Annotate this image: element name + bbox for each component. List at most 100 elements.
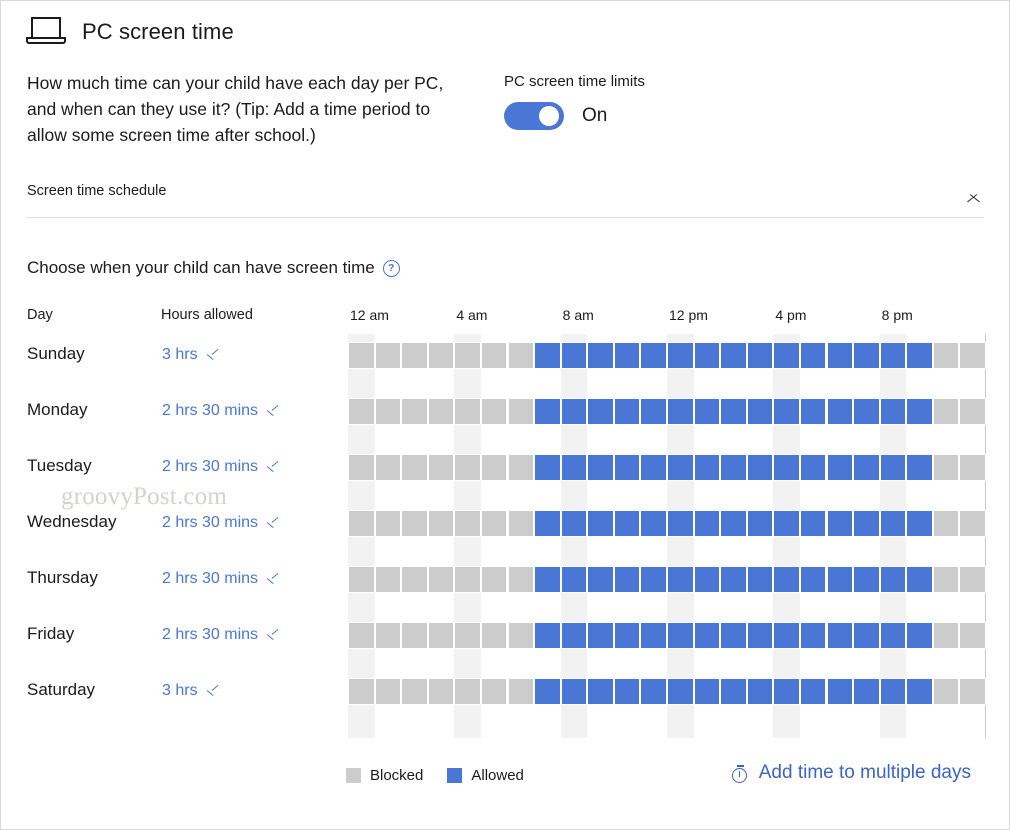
- schedule-cell[interactable]: [348, 510, 375, 537]
- schedule-cell[interactable]: [799, 622, 827, 649]
- schedule-cell[interactable]: [667, 454, 694, 481]
- schedule-cell[interactable]: [560, 622, 588, 649]
- schedule-cell[interactable]: [427, 342, 455, 369]
- screen-time-limits-toggle[interactable]: [504, 102, 564, 130]
- schedule-cell[interactable]: [507, 678, 535, 705]
- schedule-cell[interactable]: [374, 398, 402, 425]
- hours-allowed-dropdown-sunday[interactable]: 3 hrs: [162, 346, 220, 364]
- chevron-down-icon[interactable]: [267, 461, 280, 474]
- schedule-cell[interactable]: [560, 510, 588, 537]
- schedule-cell[interactable]: [667, 398, 694, 425]
- schedule-cell[interactable]: [959, 622, 986, 649]
- schedule-cell[interactable]: [879, 566, 907, 593]
- help-icon[interactable]: ?: [382, 259, 400, 277]
- schedule-cell[interactable]: [799, 510, 827, 537]
- schedule-cell[interactable]: [613, 510, 641, 537]
- schedule-cell[interactable]: [746, 454, 774, 481]
- schedule-cell[interactable]: [640, 678, 667, 705]
- schedule-cell[interactable]: [667, 566, 694, 593]
- schedule-cell[interactable]: [932, 454, 960, 481]
- schedule-cell[interactable]: [720, 622, 747, 649]
- schedule-cell[interactable]: [720, 454, 747, 481]
- schedule-cell[interactable]: [667, 510, 694, 537]
- schedule-cell[interactable]: [401, 454, 428, 481]
- schedule-cell[interactable]: [560, 678, 588, 705]
- schedule-cell[interactable]: [879, 342, 907, 369]
- schedule-cell[interactable]: [401, 398, 428, 425]
- schedule-cell[interactable]: [799, 678, 827, 705]
- hours-allowed-dropdown-saturday[interactable]: 3 hrs: [162, 682, 220, 700]
- schedule-cell[interactable]: [693, 678, 721, 705]
- chevron-down-icon[interactable]: [207, 685, 220, 698]
- schedule-cell[interactable]: [427, 510, 455, 537]
- hours-allowed-dropdown-friday[interactable]: 2 hrs 30 mins: [162, 626, 280, 644]
- schedule-cell[interactable]: [932, 622, 960, 649]
- schedule-cell[interactable]: [348, 678, 375, 705]
- schedule-cell[interactable]: [534, 622, 561, 649]
- schedule-cell[interactable]: [427, 678, 455, 705]
- schedule-cell[interactable]: [720, 678, 747, 705]
- schedule-cell[interactable]: [507, 454, 535, 481]
- chevron-up-icon[interactable]: [966, 186, 982, 202]
- schedule-cell[interactable]: [773, 342, 800, 369]
- schedule-cell[interactable]: [613, 454, 641, 481]
- schedule-cell[interactable]: [879, 454, 907, 481]
- schedule-cell[interactable]: [454, 678, 481, 705]
- schedule-cell[interactable]: [959, 342, 986, 369]
- schedule-cell[interactable]: [746, 622, 774, 649]
- schedule-cell[interactable]: [348, 622, 375, 649]
- schedule-cell[interactable]: [746, 398, 774, 425]
- chevron-down-icon[interactable]: [207, 349, 220, 362]
- schedule-cell[interactable]: [374, 566, 402, 593]
- schedule-cell[interactable]: [427, 622, 455, 649]
- schedule-cell[interactable]: [906, 454, 933, 481]
- schedule-cell[interactable]: [613, 566, 641, 593]
- schedule-cell[interactable]: [799, 398, 827, 425]
- schedule-cell[interactable]: [640, 454, 667, 481]
- schedule-cell[interactable]: [348, 566, 375, 593]
- schedule-cell[interactable]: [640, 398, 667, 425]
- schedule-cell[interactable]: [853, 622, 880, 649]
- schedule-cell[interactable]: [640, 342, 667, 369]
- schedule-cell[interactable]: [587, 398, 614, 425]
- schedule-cell[interactable]: [932, 678, 960, 705]
- schedule-cell[interactable]: [348, 398, 375, 425]
- schedule-cell[interactable]: [374, 454, 402, 481]
- schedule-cell[interactable]: [507, 398, 535, 425]
- schedule-cell[interactable]: [826, 510, 854, 537]
- schedule-cell[interactable]: [906, 398, 933, 425]
- schedule-cell[interactable]: [853, 510, 880, 537]
- schedule-cell[interactable]: [826, 342, 854, 369]
- schedule-cell[interactable]: [587, 678, 614, 705]
- schedule-cell[interactable]: [826, 566, 854, 593]
- schedule-cell[interactable]: [480, 678, 508, 705]
- schedule-cell[interactable]: [853, 342, 880, 369]
- schedule-cell[interactable]: [906, 342, 933, 369]
- schedule-cell[interactable]: [507, 510, 535, 537]
- schedule-cell[interactable]: [746, 678, 774, 705]
- schedule-cell[interactable]: [534, 398, 561, 425]
- schedule-cell[interactable]: [613, 678, 641, 705]
- schedule-cell[interactable]: [746, 342, 774, 369]
- schedule-cell[interactable]: [720, 510, 747, 537]
- schedule-cell[interactable]: [799, 342, 827, 369]
- schedule-cell[interactable]: [480, 398, 508, 425]
- schedule-cell[interactable]: [560, 398, 588, 425]
- schedule-cell[interactable]: [454, 454, 481, 481]
- schedule-cell[interactable]: [560, 566, 588, 593]
- schedule-cell[interactable]: [667, 342, 694, 369]
- schedule-cell[interactable]: [613, 342, 641, 369]
- schedule-cell[interactable]: [932, 566, 960, 593]
- schedule-cell[interactable]: [746, 566, 774, 593]
- schedule-cell[interactable]: [640, 566, 667, 593]
- schedule-cell[interactable]: [906, 566, 933, 593]
- chevron-down-icon[interactable]: [267, 629, 280, 642]
- schedule-cell[interactable]: [826, 678, 854, 705]
- schedule-cell[interactable]: [693, 342, 721, 369]
- schedule-cell[interactable]: [534, 510, 561, 537]
- schedule-cell[interactable]: [534, 678, 561, 705]
- schedule-cell[interactable]: [427, 454, 455, 481]
- schedule-cell[interactable]: [906, 678, 933, 705]
- schedule-cell[interactable]: [720, 342, 747, 369]
- schedule-cell[interactable]: [613, 622, 641, 649]
